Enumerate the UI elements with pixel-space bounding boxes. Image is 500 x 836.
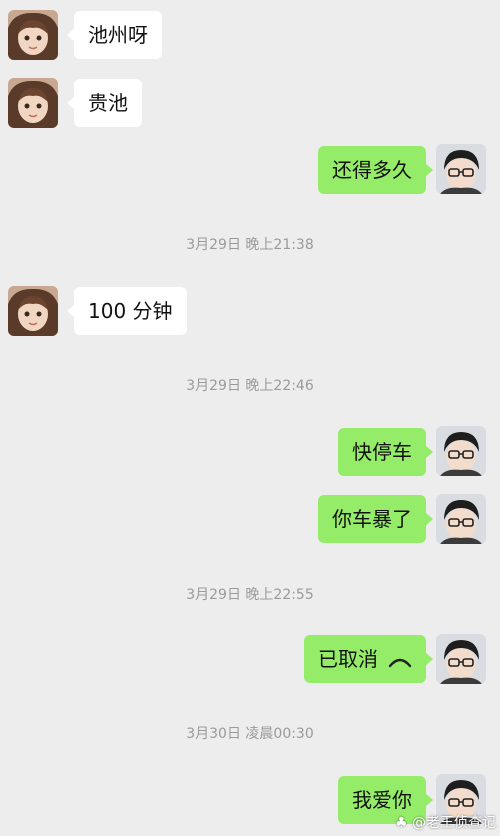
timestamp: 3月29日 晚上22:55 bbox=[0, 584, 500, 604]
message-bubble[interactable]: 已取消 bbox=[304, 635, 433, 685]
timestamp: 3月29日 晚上21:38 bbox=[0, 234, 500, 254]
contact-avatar[interactable] bbox=[8, 78, 58, 128]
timestamp-text: 3月30日 凌晨00:30 bbox=[186, 726, 314, 742]
watermark-logo-icon: ♣ bbox=[394, 815, 408, 831]
watermark: ♣ @老王侦查记 bbox=[395, 812, 496, 832]
timestamp-text: 3月29日 晚上22:46 bbox=[186, 378, 314, 394]
user-avatar[interactable] bbox=[436, 144, 486, 194]
user-avatar[interactable] bbox=[436, 494, 486, 544]
contact-avatar[interactable] bbox=[8, 10, 58, 60]
timestamp: 3月30日 凌晨00:30 bbox=[0, 723, 500, 743]
message-text: 已取消 bbox=[318, 647, 378, 671]
watermark-text: @老王侦查记 bbox=[412, 815, 496, 831]
timestamp: 3月29日 晚上22:46 bbox=[0, 375, 500, 395]
message-bubble[interactable]: 贵池 bbox=[67, 79, 142, 127]
message-bubble[interactable]: 你车暴了 bbox=[318, 495, 433, 543]
user-avatar[interactable] bbox=[436, 634, 486, 684]
frown-mouth-emoji-icon bbox=[388, 637, 412, 685]
message-bubble[interactable]: 快停车 bbox=[338, 428, 433, 476]
timestamp-text: 3月29日 晚上21:38 bbox=[186, 237, 314, 253]
user-avatar[interactable] bbox=[436, 426, 486, 476]
message-bubble[interactable]: 还得多久 bbox=[318, 146, 433, 194]
message-bubble[interactable]: 100 分钟 bbox=[67, 287, 187, 335]
contact-avatar[interactable] bbox=[8, 286, 58, 336]
message-bubble[interactable]: 池州呀 bbox=[67, 11, 162, 59]
timestamp-text: 3月29日 晚上22:55 bbox=[186, 587, 314, 603]
